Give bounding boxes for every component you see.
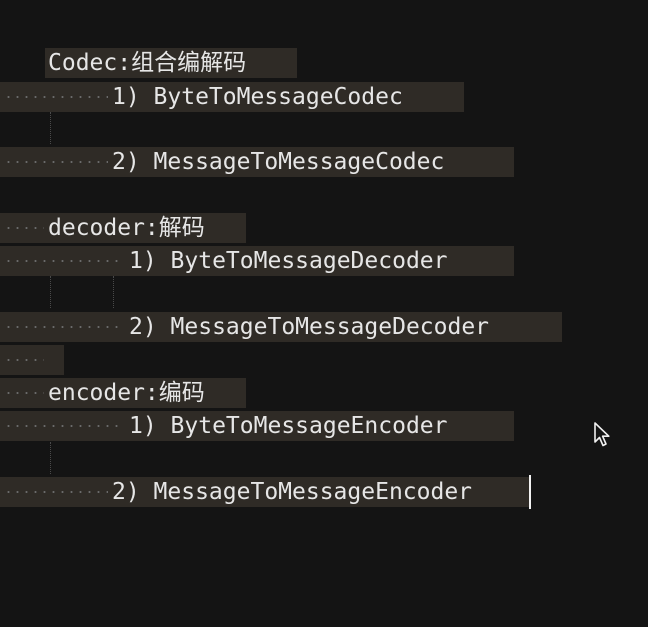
whitespace-dots [4,96,108,98]
editor-line[interactable]: 2) MessageToMessageDecoder [0,312,562,342]
editor-line[interactable]: 1) ByteToMessageDecoder [0,246,514,276]
arrow-pointer-icon [594,422,610,447]
line-text: Codec:组合编解码 [48,50,247,76]
whitespace-dots [4,425,124,427]
indent-guide [113,276,114,308]
whitespace-dots [4,491,108,493]
line-text: 1) ByteToMessageEncoder [129,413,448,439]
line-text: 2) MessageToMessageEncoder [112,479,473,505]
line-text: 2) MessageToMessageCodec [112,149,445,175]
whitespace-dots [4,161,108,163]
editor-line[interactable] [0,345,64,375]
text-caret [529,475,531,509]
editor-line[interactable]: encoder:编码 [0,378,246,408]
text-editor[interactable]: Codec:组合编解码 1) ByteToMessageCodec 2) Mes… [0,0,648,567]
editor-line[interactable]: 1) ByteToMessageEncoder [0,411,514,441]
editor-line[interactable]: decoder:解码 [0,213,246,243]
whitespace-dots [4,260,124,262]
line-text: 2) MessageToMessageDecoder [129,314,490,340]
whitespace-dots [4,359,44,361]
editor-line[interactable]: 2) MessageToMessageEncoder [0,477,529,507]
editor-line[interactable]: Codec:组合编解码 [0,48,297,78]
line-text: 1) ByteToMessageDecoder [129,248,448,274]
line-text: 1) ByteToMessageCodec [112,84,403,110]
whitespace-dots [4,326,124,328]
line-text: decoder:解码 [48,215,205,241]
whitespace-dots [4,392,44,394]
line-text: encoder:编码 [48,380,205,406]
editor-line[interactable]: 1) ByteToMessageCodec [0,82,464,112]
whitespace-dots [4,227,44,229]
editor-line[interactable]: 2) MessageToMessageCodec [0,147,514,177]
